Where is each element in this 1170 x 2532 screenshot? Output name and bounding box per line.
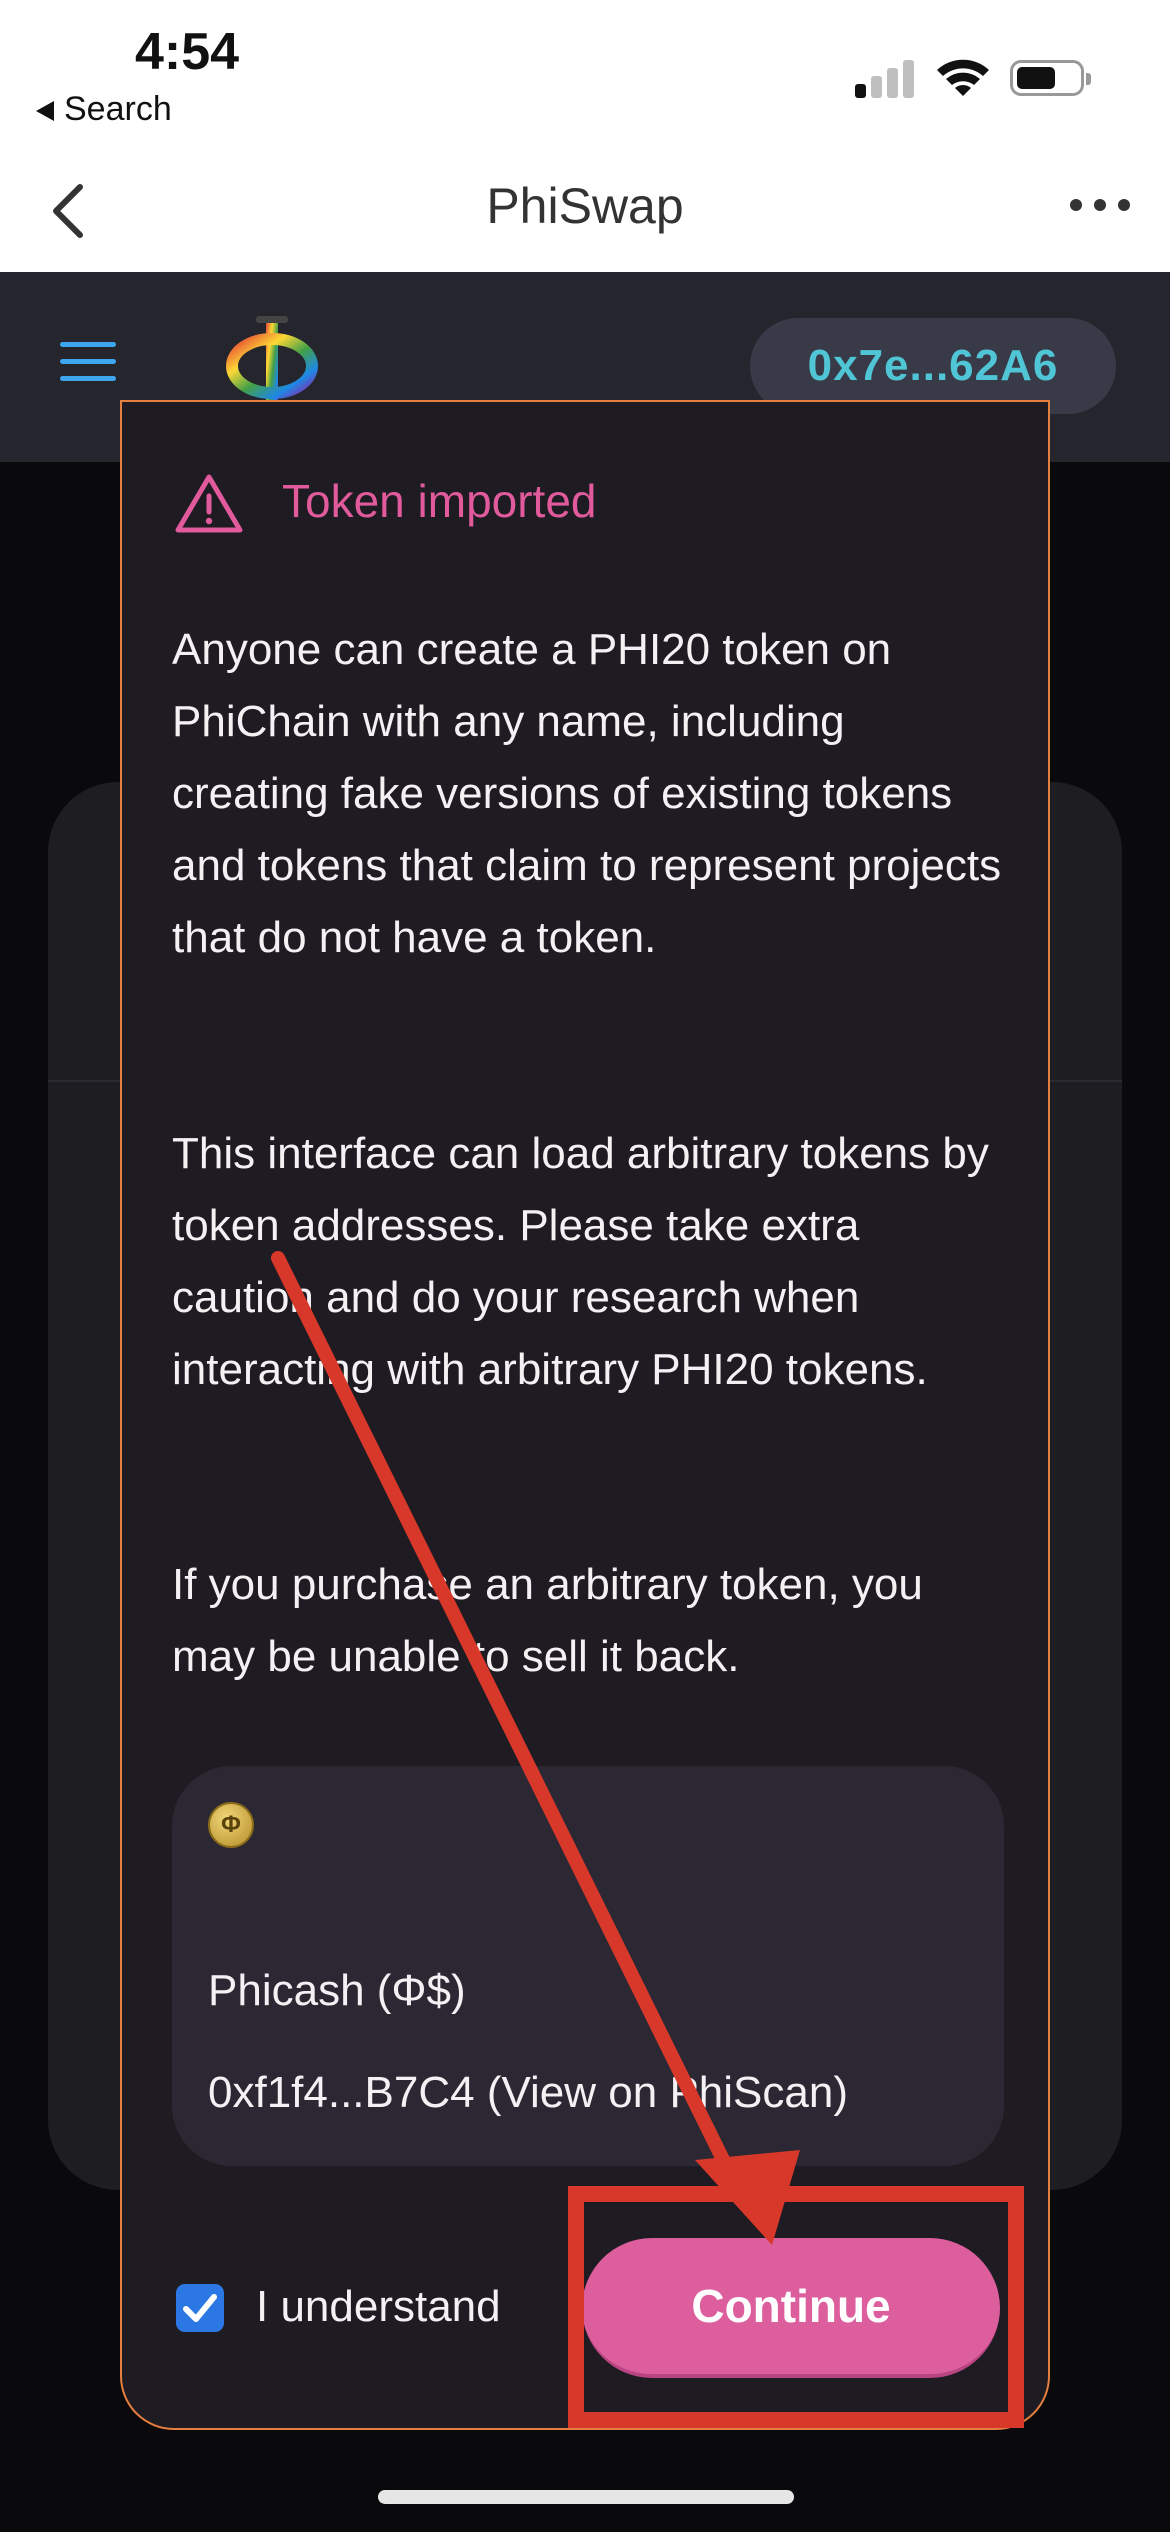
home-indicator: [378, 2490, 794, 2504]
annotation-highlight-box: [568, 2186, 1024, 2428]
checkmark-icon: [183, 2294, 217, 2322]
phicash-coin-icon: Φ: [208, 1802, 254, 1848]
browser-nav-bar: PhiSwap: [0, 155, 1170, 272]
cellular-signal-icon: [855, 58, 915, 98]
battery-icon: [1010, 60, 1091, 96]
token-info-card: Φ Phicash (Φ$) 0xf1f4...B7C4 (View on Ph…: [172, 1766, 1004, 2166]
warning-triangle-icon: [175, 474, 243, 533]
modal-title: Token imported: [282, 475, 597, 527]
understand-label[interactable]: I understand: [256, 2282, 501, 2332]
hamburger-menu-icon[interactable]: [60, 342, 116, 382]
token-import-warning-modal: Token imported Anyone can create a PHI20…: [120, 400, 1050, 2430]
back-triangle-icon: [36, 101, 54, 122]
warning-paragraph: If you purchase an arbitrary token, you …: [172, 1560, 923, 1681]
status-bar: 4:54 Search: [0, 0, 1170, 155]
back-to-search-link[interactable]: Search: [36, 90, 172, 129]
more-options-icon[interactable]: [1070, 199, 1130, 215]
wifi-icon: [937, 59, 989, 96]
warning-paragraph: This interface can load arbitrary tokens…: [172, 1129, 989, 1394]
page-title: PhiSwap: [486, 178, 684, 234]
token-name: Phicash (Φ$): [208, 1966, 466, 2015]
understand-checkbox[interactable]: [176, 2284, 224, 2332]
status-time: 4:54: [135, 23, 240, 81]
warning-paragraph: Anyone can create a PHI20 token on PhiCh…: [172, 625, 1002, 962]
back-to-search-label: Search: [64, 90, 172, 128]
view-on-phiscan-link[interactable]: 0xf1f4...B7C4 (View on PhiScan): [208, 2068, 848, 2118]
